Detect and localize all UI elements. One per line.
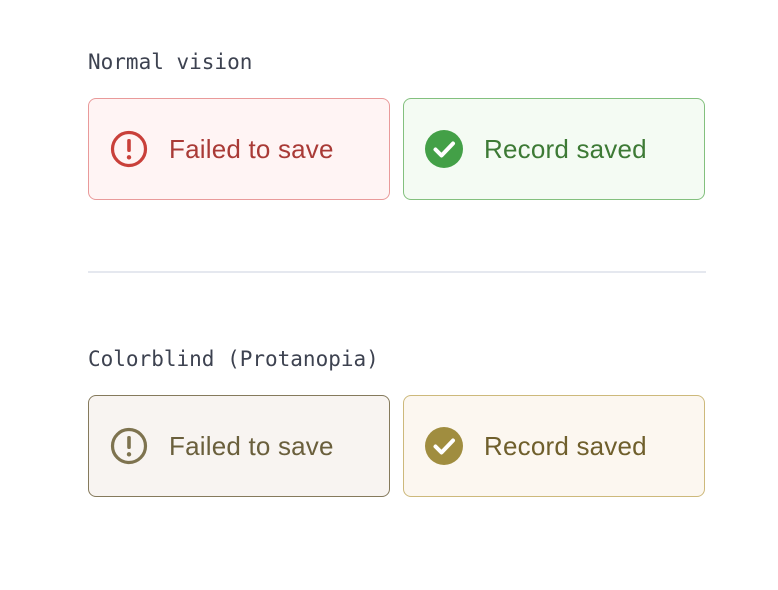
protanopia-section: Colorblind (Protanopia) Failed to save R… xyxy=(88,343,706,497)
success-toast-normal: Record saved xyxy=(403,98,705,200)
section-divider xyxy=(88,271,706,273)
error-toast-label: Failed to save xyxy=(169,430,334,461)
error-toast-protanopia: Failed to save xyxy=(88,395,390,497)
color-comparison-page: Normal vision Failed to save Record save… xyxy=(0,0,778,590)
error-toast-normal: Failed to save xyxy=(88,98,390,200)
alert-circle-icon xyxy=(110,130,148,168)
success-toast-label: Record saved xyxy=(484,430,647,461)
success-toast-protanopia: Record saved xyxy=(403,395,705,497)
section-title-colorblind: Colorblind (Protanopia) xyxy=(88,347,379,371)
check-circle-icon xyxy=(425,130,463,168)
check-circle-icon xyxy=(425,427,463,465)
alert-circle-icon xyxy=(110,427,148,465)
normal-vision-section: Normal vision Failed to save Record save… xyxy=(88,46,706,200)
success-toast-label: Record saved xyxy=(484,133,647,164)
error-toast-label: Failed to save xyxy=(169,133,334,164)
section-title-normal: Normal vision xyxy=(88,50,253,74)
toast-row-colorblind: Failed to save Record saved xyxy=(88,395,706,498)
toast-row-normal: Failed to save Record saved xyxy=(88,98,706,201)
